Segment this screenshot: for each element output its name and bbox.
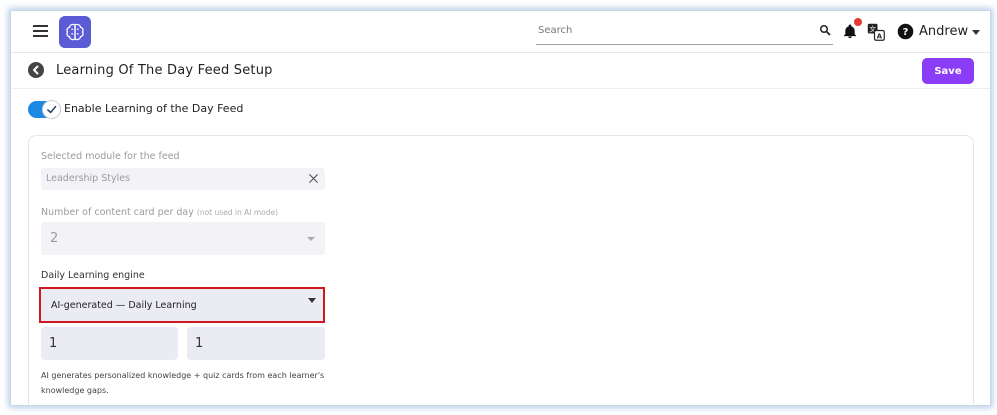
engine-value: AI-generated — Daily Learning xyxy=(51,300,197,311)
engine-label: Daily Learning engine xyxy=(41,270,145,281)
count-hint: (not used in AI mode) xyxy=(196,208,279,217)
chevron-down-icon[interactable] xyxy=(972,30,980,35)
count-label: Number of content card per day xyxy=(41,207,194,218)
engine-select[interactable]: AI-generated — Daily Learning xyxy=(39,287,325,323)
brain-logo-icon[interactable] xyxy=(59,16,91,48)
translate-icon[interactable]: 文 A xyxy=(867,23,885,41)
search-input[interactable] xyxy=(536,17,806,43)
menu-icon[interactable] xyxy=(33,25,48,37)
check-icon xyxy=(47,105,57,114)
save-button[interactable]: Save xyxy=(922,58,974,84)
notification-badge xyxy=(854,18,862,26)
app-window: 文 A ? Andrew Learning Of The Day Feed Se… xyxy=(10,10,991,406)
svg-text:A: A xyxy=(877,32,883,40)
close-icon[interactable] xyxy=(308,173,319,184)
engine-input-a[interactable] xyxy=(41,327,178,360)
count-value: 2 xyxy=(50,231,59,246)
enable-feed-label: Enable Learning of the Day Feed xyxy=(64,102,244,115)
count-select[interactable]: 2 xyxy=(41,222,325,255)
module-value: Leadership Styles xyxy=(46,173,131,184)
user-name[interactable]: Andrew xyxy=(919,24,968,39)
enable-feed-toggle[interactable] xyxy=(28,100,61,119)
svg-text:?: ? xyxy=(903,27,909,38)
chevron-left-icon xyxy=(33,65,39,75)
count-label-row: Number of content card per day (not used… xyxy=(41,207,278,218)
top-bar: 文 A ? Andrew xyxy=(11,11,990,53)
help-icon[interactable]: ? xyxy=(897,23,914,40)
search-icon[interactable] xyxy=(819,24,831,36)
back-button[interactable] xyxy=(28,62,44,78)
engine-input-b[interactable] xyxy=(187,327,325,360)
toggle-knob xyxy=(42,100,61,119)
page-title: Learning Of The Day Feed Setup xyxy=(56,63,273,78)
page-header: Learning Of The Day Feed Setup Save xyxy=(11,53,990,89)
search-box xyxy=(536,17,833,45)
chevron-down-icon xyxy=(308,298,316,303)
module-select[interactable]: Leadership Styles xyxy=(41,168,325,190)
feed-settings-card: Selected module for the feed Leadership … xyxy=(28,135,974,405)
engine-help-text: AI generates personalized knowledge + qu… xyxy=(41,371,325,395)
module-label: Selected module for the feed xyxy=(41,151,180,162)
chevron-down-icon xyxy=(307,237,315,241)
